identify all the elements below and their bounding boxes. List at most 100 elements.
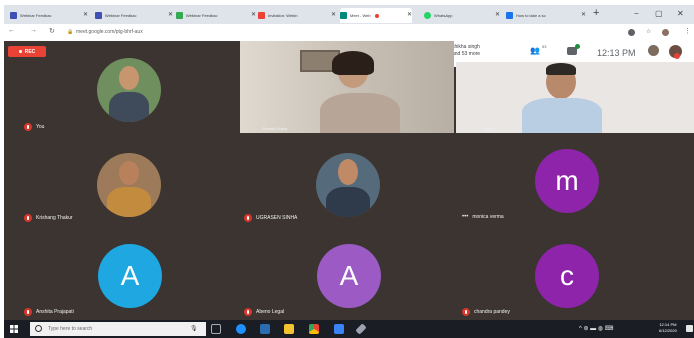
close-icon[interactable]: ✕	[251, 11, 256, 18]
gmail-icon	[258, 12, 265, 19]
window-close-button[interactable]: ✕	[677, 9, 684, 18]
notification-badge	[674, 53, 680, 59]
mic-off-icon	[24, 308, 32, 316]
participant-label: chandra pandey	[462, 308, 510, 316]
system-tray[interactable]: ^ ⊛ ▬ ◍ ⌨	[579, 325, 613, 332]
close-icon[interactable]: ✕	[407, 11, 412, 18]
url-field[interactable]: meet.google.com/ptg-bhrf-aux	[76, 29, 143, 35]
maximize-button[interactable]: ▢	[655, 9, 663, 18]
store-icon[interactable]	[260, 324, 270, 334]
browser-tab-strip: Webinar Feedbac ✕ Webinar Feedbac ✕ Webi…	[4, 5, 694, 24]
forward-button[interactable]: →	[30, 27, 37, 34]
menu-icon[interactable]: ⋮	[684, 27, 691, 35]
search-placeholder: Type here to search	[48, 326, 93, 332]
close-icon[interactable]: ✕	[83, 11, 88, 18]
tab-label: Invitation: Webin	[268, 13, 298, 18]
mic-off-icon	[24, 123, 32, 131]
video-tile[interactable]: Sanjay	[456, 62, 694, 133]
more-options-icon[interactable]: •••	[462, 214, 468, 220]
participant-avatar: c	[535, 244, 599, 308]
windows-taskbar: Type here to search 🎙 ^ ⊛ ▬ ◍ ⌨ 12:14 PM…	[4, 320, 694, 338]
forms-icon	[10, 12, 17, 19]
camera-icon[interactable]	[628, 29, 635, 36]
close-icon[interactable]: ✕	[331, 11, 336, 18]
pen-icon[interactable]	[355, 323, 367, 335]
participant-label: UGRASEN SINHA	[244, 214, 297, 222]
edge-icon[interactable]	[236, 324, 246, 334]
browser-tab[interactable]: WhatsApp ✕	[424, 8, 500, 23]
avatar-letter: A	[339, 260, 359, 291]
back-button[interactable]: ←	[8, 27, 15, 34]
search-icon	[35, 325, 42, 332]
user-avatar[interactable]	[648, 45, 659, 56]
browser-tab-active[interactable]: Meet - Web ✕	[340, 8, 412, 23]
recording-badge: REC	[8, 46, 46, 57]
windows-start-icon[interactable]	[10, 325, 18, 333]
minimize-button[interactable]: −	[634, 9, 639, 18]
participant-name: monica verma	[472, 214, 504, 220]
notifications-icon[interactable]	[686, 325, 693, 332]
taskbar-search-box[interactable]: Type here to search 🎙	[30, 322, 206, 336]
browser-tab[interactable]: Webinar Feedbac ✕	[10, 8, 88, 23]
browser-tab[interactable]: Invitation: Webin ✕	[258, 8, 336, 23]
video-name-label: Shweta Gupta	[262, 126, 288, 131]
bookmark-star-icon[interactable]: ☆	[646, 28, 651, 35]
avatar-letter: c	[560, 260, 574, 291]
microphone-icon[interactable]: 🎙	[190, 325, 198, 332]
close-icon[interactable]: ✕	[581, 11, 586, 18]
person-hair	[332, 51, 374, 75]
participant-name: Anshita Prajapati	[36, 309, 74, 315]
video-tile[interactable]: Shweta Gupta	[240, 41, 454, 133]
mic-off-icon	[244, 308, 252, 316]
tab-label: Webinar Feedbac	[105, 13, 137, 18]
reload-button[interactable]: ↻	[49, 27, 55, 35]
participant-name: You	[36, 124, 45, 130]
person-body	[109, 92, 149, 122]
chat-badge	[575, 44, 580, 49]
taskbar-clock[interactable]: 12:14 PM 6/12/2020	[659, 322, 677, 334]
participant-avatar	[97, 58, 161, 122]
people-line-2: and 53 more	[452, 51, 481, 57]
participant-label: ••• monica verma	[462, 214, 504, 220]
close-icon[interactable]: ✕	[168, 11, 173, 18]
browser-tab[interactable]: How to take a sc ✕	[506, 8, 586, 23]
file-explorer-icon[interactable]	[284, 324, 294, 334]
sheets-icon	[176, 12, 183, 19]
participant-name: Abeno Legal	[256, 309, 285, 315]
chrome-icon[interactable]	[309, 324, 319, 334]
person-body	[522, 98, 602, 133]
taskbar-date: 6/12/2020	[659, 328, 677, 333]
meet-grid: REC shikha singh and 53 more 👥 53 12:13 …	[4, 41, 694, 320]
extension-icon[interactable]	[662, 29, 669, 36]
person-body	[326, 187, 370, 217]
person-face	[119, 66, 139, 90]
person-body	[107, 187, 151, 217]
new-tab-button[interactable]: +	[593, 7, 599, 19]
tab-label: Webinar Feedbac	[186, 13, 218, 18]
person-body	[320, 93, 400, 133]
participant-name: UGRASEN SINHA	[256, 215, 298, 221]
forms-icon	[95, 12, 102, 19]
avatar-letter: A	[120, 260, 140, 291]
app-icon[interactable]	[334, 324, 344, 334]
task-view-icon[interactable]	[211, 324, 221, 334]
tab-label: How to take a sc	[516, 13, 546, 18]
recording-indicator-icon	[374, 13, 379, 18]
person-face	[119, 161, 139, 185]
page-icon	[506, 12, 513, 19]
people-icon[interactable]: 👥	[530, 46, 540, 55]
participant-avatar	[97, 153, 161, 217]
video-name-label: Sanjay	[482, 126, 495, 131]
tab-label: Webinar Feedbac	[20, 13, 52, 18]
participant-label: Abeno Legal	[244, 308, 284, 316]
lock-icon: 🔒	[67, 29, 74, 35]
browser-tab[interactable]: Webinar Feedbac ✕	[95, 8, 173, 23]
participant-name: chandra pandey	[474, 309, 510, 315]
person-face	[338, 159, 358, 185]
browser-tab[interactable]: Webinar Feedbac ✕	[176, 8, 256, 23]
participant-avatar: A	[317, 244, 381, 308]
participant-avatar: A	[98, 244, 162, 308]
close-icon[interactable]: ✕	[495, 11, 500, 18]
participant-label: Anshita Prajapati	[24, 308, 74, 316]
rec-label: REC	[24, 48, 36, 55]
